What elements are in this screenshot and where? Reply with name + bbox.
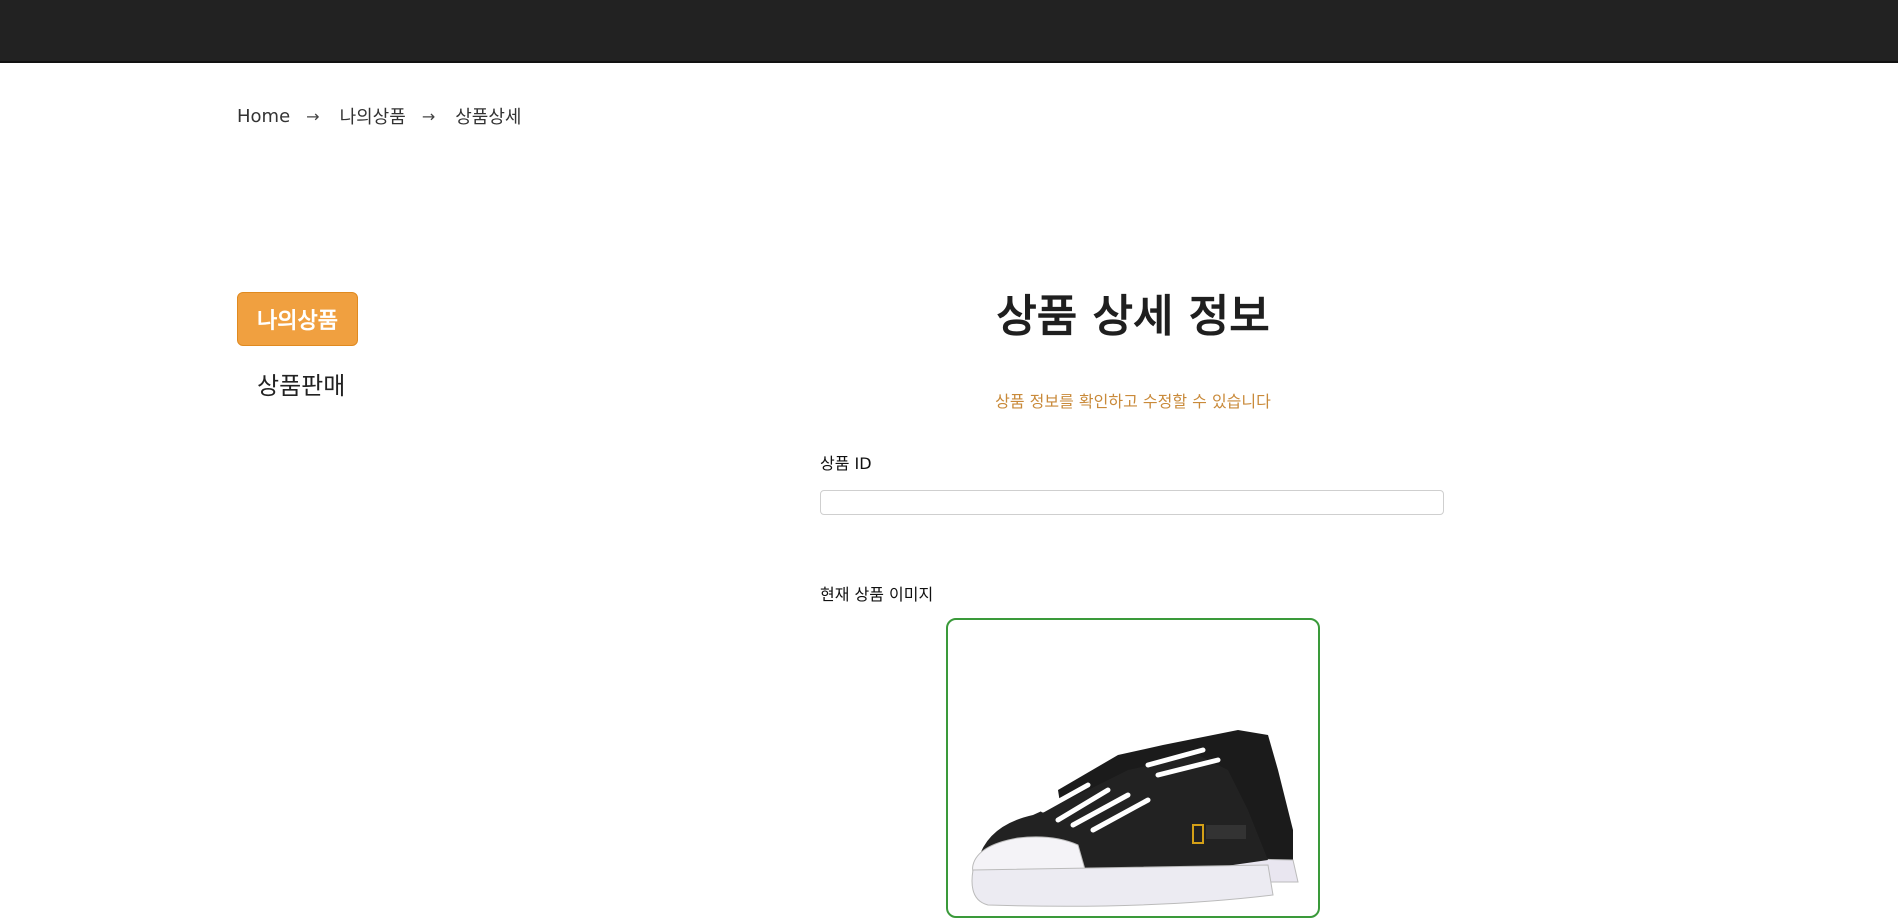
product-id-label: 상품 ID bbox=[820, 454, 872, 473]
current-image-label: 현재 상품 이미지 bbox=[820, 585, 934, 604]
arrow-right-icon: → bbox=[306, 106, 320, 126]
page-title: 상품 상세 정보 bbox=[996, 291, 1270, 342]
sidebar-item-sell-product[interactable]: 상품판매 bbox=[257, 366, 358, 401]
sneaker-image bbox=[971, 730, 1299, 907]
sidebar-item-my-products[interactable]: 나의상품 bbox=[237, 292, 358, 346]
breadcrumb-current: 상품상세 bbox=[455, 107, 522, 128]
product-detail-section: 상품 상세 정보 상품 정보를 확인하고 수정할 수 있습니다 상품 ID 현재… bbox=[820, 270, 1446, 918]
arrow-right-icon: → bbox=[421, 106, 436, 126]
page-subtitle: 상품 정보를 확인하고 수정할 수 있습니다 bbox=[995, 392, 1271, 411]
product-id-input[interactable] bbox=[820, 490, 1444, 515]
top-navbar bbox=[0, 0, 1898, 63]
product-image-frame bbox=[946, 618, 1320, 918]
sidebar: 나의상품 상품판매 bbox=[237, 292, 358, 401]
breadcrumb-home[interactable]: Home bbox=[237, 106, 290, 127]
breadcrumb-my-products[interactable]: 나의상품 bbox=[340, 103, 406, 129]
breadcrumb: Home → 나의상품 → 상품상세 bbox=[237, 103, 521, 129]
